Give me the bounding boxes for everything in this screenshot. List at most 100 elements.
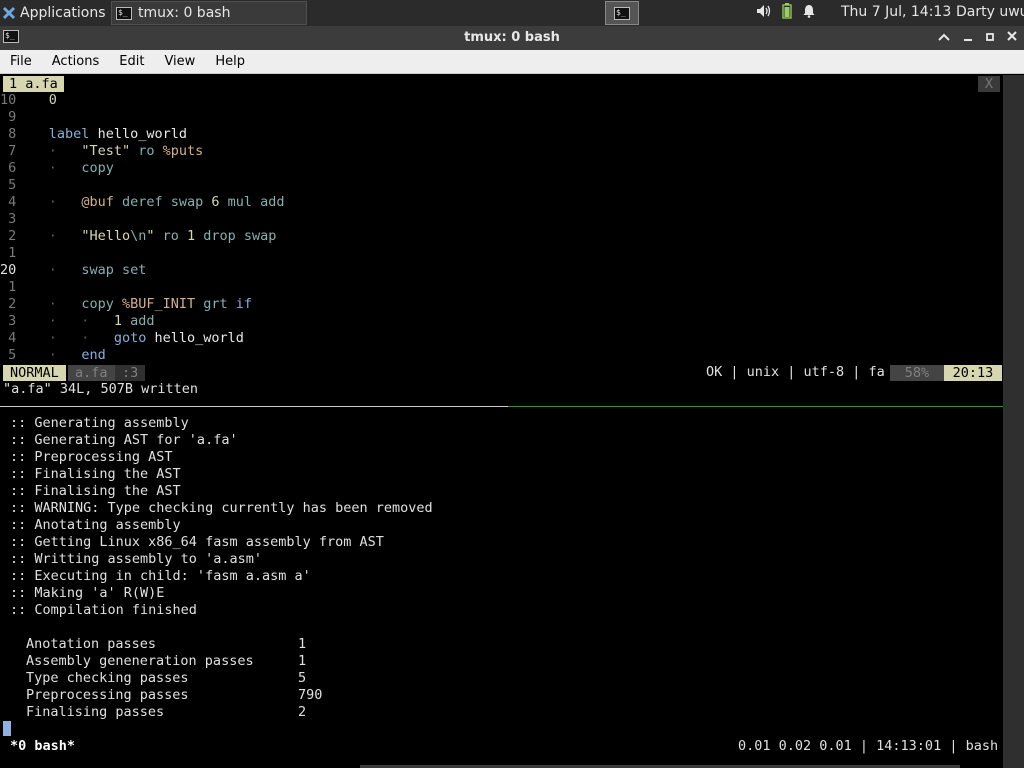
code-token: hello_world: [89, 126, 187, 142]
stat-value: 790: [298, 687, 323, 703]
user-menu[interactable]: Darty uwu: [956, 4, 1024, 20]
applications-menu-button[interactable]: Applications: [2, 3, 106, 23]
stat-value: 1: [298, 653, 307, 669]
code-token: end: [81, 347, 106, 363]
stat-label: Finalising passes: [26, 704, 165, 720]
vim-statusline: NORMAL a.fa :3 OK | unix | utf-8 | fa 58…: [0, 364, 1003, 381]
vim-tabline: 1 a.fa X: [0, 75, 1003, 92]
indent-guide: ·: [32, 262, 82, 278]
code-line[interactable]: 4 · · goto hello_world: [0, 330, 244, 347]
shell-output-line: :: Generating assembly: [10, 415, 189, 431]
code-token: grt: [195, 296, 228, 312]
code-line[interactable]: 7 · "Test" ro %puts: [0, 143, 203, 160]
line-number: 4: [0, 194, 17, 210]
line-number: 5: [0, 347, 17, 363]
code-token: 0: [48, 92, 57, 108]
tmux-window-label[interactable]: *0 bash*: [10, 738, 75, 755]
code-token: copy: [81, 160, 114, 176]
indent-guide: ·: [32, 143, 82, 159]
notification-bell-icon[interactable]: [802, 4, 816, 22]
code-line[interactable]: 3 · · 1 add: [0, 313, 154, 330]
code-line[interactable]: 9: [0, 109, 33, 126]
vim-line-col: 20:13: [944, 365, 1002, 381]
minimize-icon[interactable]: [958, 28, 978, 48]
maximize-icon[interactable]: [980, 28, 1000, 48]
indent-guide: ·: [32, 228, 82, 244]
shell-output-line: :: Anotating assembly: [10, 517, 181, 533]
code-line[interactable]: 2 · "Hello\n" ro 1 drop swap: [0, 228, 276, 245]
code-token: 6: [203, 194, 220, 210]
code-line[interactable]: 5: [0, 177, 33, 194]
code-token: mul add: [219, 194, 285, 210]
stat-value: 2: [298, 704, 307, 720]
terminal-icon: $_: [614, 6, 630, 20]
line-number: 10: [0, 92, 17, 108]
menu-edit[interactable]: Edit: [109, 54, 154, 69]
workspace-switcher[interactable]: $_: [605, 1, 639, 25]
code-line[interactable]: 10 0: [0, 92, 57, 109]
line-number: 3: [0, 313, 17, 329]
line-number: 8: [0, 126, 17, 142]
applications-label: Applications: [20, 5, 106, 21]
clock[interactable]: Thu 7 Jul, 14:13: [841, 4, 951, 20]
shell-output-line: :: Compilation finished: [10, 602, 197, 618]
code-line[interactable]: 1: [0, 245, 33, 262]
menubar: File Actions Edit View Help: [0, 50, 1024, 74]
tmux-pane-divider[interactable]: [0, 406, 1003, 407]
code-line[interactable]: 8 label hello_world: [0, 126, 187, 143]
code-line[interactable]: 6 · copy: [0, 160, 114, 177]
terminal-icon: $_: [116, 6, 132, 20]
menu-actions[interactable]: Actions: [42, 54, 110, 69]
vim-filename: a.fa: [68, 365, 115, 381]
window-title: tmux: 0 bash: [464, 30, 560, 45]
code-token: ro: [154, 228, 179, 244]
code-token: "Hello: [81, 228, 131, 244]
menu-help[interactable]: Help: [205, 54, 255, 69]
code-line[interactable]: 1: [0, 279, 33, 296]
code-token: drop swap: [195, 228, 277, 244]
code-token: ro: [130, 143, 155, 159]
stat-value: 5: [298, 670, 307, 686]
code-line[interactable]: 2 · copy %BUF_INIT grt if: [0, 296, 252, 313]
indent-guide: · ·: [32, 313, 114, 329]
shell-output-line: :: WARNING: Type checking currently has …: [10, 500, 433, 516]
code-token: goto: [113, 330, 147, 346]
shell-output-line: :: Finalising the AST: [10, 466, 181, 482]
line-number: 3: [0, 211, 17, 227]
window-titlebar[interactable]: $_ tmux: 0 bash: [0, 26, 1024, 50]
shell-output-line: :: Getting Linux x86_64 fasm assembly fr…: [10, 534, 384, 550]
menu-view[interactable]: View: [154, 54, 205, 69]
code-line[interactable]: 4 · @buf deref swap 6 mul add: [0, 194, 285, 211]
shell-output-line: :: Executing in child: 'fasm a.asm a': [10, 568, 311, 584]
system-tray: [756, 3, 816, 23]
vim-file-info: OK | unix | utf-8 | fa: [706, 364, 885, 380]
code-token: 1: [113, 313, 122, 329]
vim-message: "a.fa" 34L, 507B written: [3, 381, 199, 397]
terminal-scrollbar[interactable]: [1003, 75, 1024, 768]
code-line[interactable]: 5 · end: [0, 347, 106, 364]
close-icon[interactable]: [1002, 28, 1022, 48]
code-token: add: [121, 313, 155, 329]
line-number: 7: [0, 143, 17, 159]
battery-icon[interactable]: [782, 3, 792, 23]
code-token: swap set: [81, 262, 147, 278]
code-token: deref swap: [113, 194, 204, 210]
vim-tab-active[interactable]: 1 a.fa: [3, 76, 64, 92]
volume-icon[interactable]: [756, 4, 772, 22]
line-number: 2: [0, 228, 17, 244]
taskbar-item-tmux[interactable]: $_ tmux: 0 bash: [111, 1, 307, 25]
vim-tab-close[interactable]: X: [978, 76, 1000, 92]
line-number: 20: [0, 262, 17, 278]
stat-label: Assembly geneneration passes: [26, 653, 254, 669]
indent-guide: [33, 126, 49, 142]
shell-output-line: :: Making 'a' R(W)E: [10, 585, 165, 601]
code-line[interactable]: 20 · swap set: [0, 262, 146, 279]
code-line[interactable]: 3: [0, 211, 33, 228]
code-token: "Test": [81, 143, 131, 159]
line-number: 6: [0, 160, 17, 176]
menu-file[interactable]: File: [0, 54, 42, 69]
terminal-area[interactable]: 1 a.fa X 10 0 9 8 label hello_world 7 · …: [0, 75, 1003, 768]
line-number: 1: [0, 279, 17, 295]
shade-icon[interactable]: [934, 28, 954, 48]
stat-label: Type checking passes: [26, 670, 189, 686]
